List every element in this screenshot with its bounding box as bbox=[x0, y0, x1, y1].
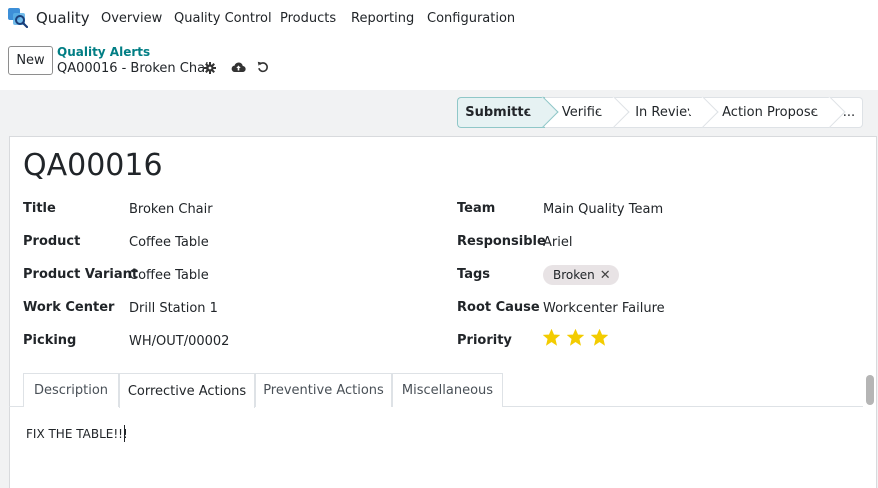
tab-label: Description bbox=[33, 383, 109, 398]
field-team[interactable]: Main Quality Team bbox=[543, 202, 663, 217]
discard-undo-icon[interactable] bbox=[257, 61, 269, 73]
breadcrumb-current: QA00016 - Broken Chair bbox=[57, 61, 215, 76]
stage-submitted[interactable]: Submitted bbox=[457, 96, 559, 128]
tab-corrective-actions[interactable]: Corrective Actions bbox=[119, 373, 255, 408]
tab-label: Miscellaneous bbox=[401, 383, 494, 398]
menu-item-reporting[interactable]: Reporting bbox=[351, 11, 414, 26]
corrective-actions-editor[interactable]: FIX THE TABLE!!! bbox=[26, 427, 128, 441]
breadcrumb-parent-link[interactable]: Quality Alerts bbox=[57, 45, 150, 59]
quality-app-icon[interactable] bbox=[8, 8, 28, 28]
tag-remove-icon[interactable]: ✕ bbox=[600, 268, 611, 283]
field-label-work-center: Work Center bbox=[23, 300, 115, 315]
stage-statusbar: Submitted Verified In Review Action Prop… bbox=[457, 96, 863, 128]
cloud-upload-icon[interactable] bbox=[231, 61, 246, 73]
field-product-variant[interactable]: Coffee Table bbox=[129, 268, 209, 283]
tag-broken: Broken ✕ bbox=[543, 265, 619, 285]
field-label-picking: Picking bbox=[23, 333, 77, 348]
field-product[interactable]: Coffee Table bbox=[129, 235, 209, 250]
field-label-responsible: Responsible bbox=[457, 234, 546, 249]
field-label-title: Title bbox=[23, 201, 56, 216]
tab-miscellaneous[interactable]: Miscellaneous bbox=[392, 373, 503, 407]
field-label-product: Product bbox=[23, 234, 81, 249]
text-cursor bbox=[124, 425, 125, 442]
priority-star-icon[interactable] bbox=[543, 329, 560, 346]
record-title[interactable]: QA00016 bbox=[23, 148, 163, 183]
scrollbar-thumb[interactable] bbox=[866, 375, 874, 405]
field-root-cause[interactable]: Workcenter Failure bbox=[543, 301, 665, 316]
tab-label: Preventive Actions bbox=[263, 383, 384, 398]
menu-item-products[interactable]: Products bbox=[280, 11, 336, 26]
top-navbar: Quality Overview Quality Control Product… bbox=[0, 0, 878, 36]
app-name[interactable]: Quality bbox=[36, 9, 90, 27]
field-responsible[interactable]: Ariel bbox=[543, 235, 572, 250]
new-button[interactable]: New bbox=[8, 46, 53, 75]
field-label-product-variant: Product Variant bbox=[23, 267, 139, 282]
tab-description[interactable]: Description bbox=[23, 373, 119, 407]
menu-item-configuration[interactable]: Configuration bbox=[427, 11, 515, 26]
field-label-team: Team bbox=[457, 201, 496, 216]
priority-star-icon[interactable] bbox=[591, 329, 608, 346]
field-work-center[interactable]: Drill Station 1 bbox=[129, 301, 218, 316]
gear-icon[interactable] bbox=[204, 62, 216, 74]
field-title[interactable]: Broken Chair bbox=[129, 202, 213, 217]
stage-in-review[interactable]: In Review bbox=[616, 96, 719, 128]
field-label-priority: Priority bbox=[457, 333, 512, 348]
tab-preventive-actions[interactable]: Preventive Actions bbox=[255, 373, 392, 407]
field-label-root-cause: Root Cause bbox=[457, 300, 540, 315]
stage-action-proposed[interactable]: Action Proposed bbox=[705, 96, 846, 128]
stage-label: Action Proposed bbox=[722, 105, 827, 120]
field-picking[interactable]: WH/OUT/00002 bbox=[129, 334, 229, 349]
field-label-tags: Tags bbox=[457, 267, 491, 282]
tab-label: Corrective Actions bbox=[127, 383, 247, 399]
priority-star-icon[interactable] bbox=[567, 329, 584, 346]
tag-label: Broken bbox=[553, 268, 595, 282]
menu-item-quality-control[interactable]: Quality Control bbox=[174, 11, 272, 26]
menu-item-overview[interactable]: Overview bbox=[101, 11, 162, 26]
